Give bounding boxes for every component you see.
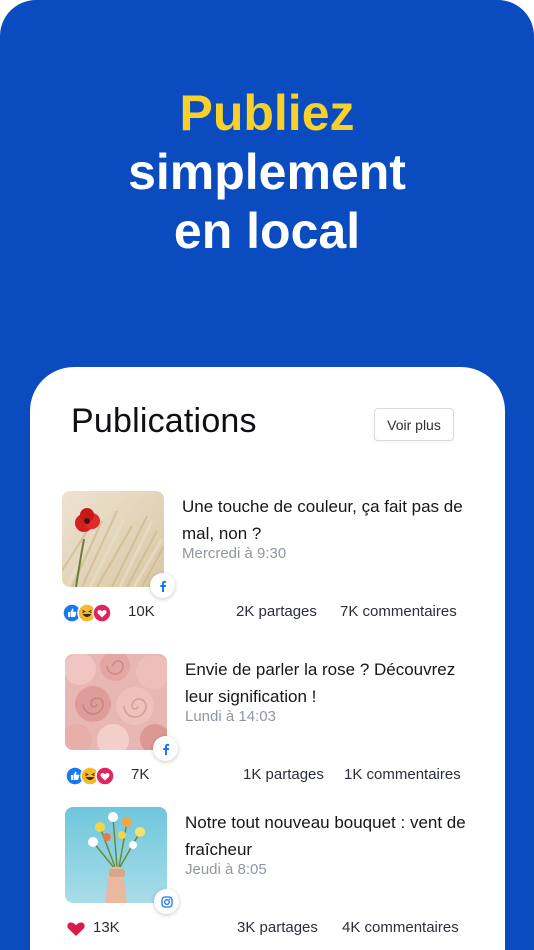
post-date: Mercredi à 9:30 <box>182 545 287 562</box>
post-thumbnail <box>65 654 167 750</box>
post-title: Envie de parler la rose ? Découvrez leur… <box>185 660 456 706</box>
post-stats: 10K 2K partages 7K commentaires <box>62 601 482 625</box>
post-date: Jeudi à 8:05 <box>185 861 267 878</box>
facebook-icon <box>153 736 178 761</box>
post-date: Lundi à 14:03 <box>185 708 276 725</box>
reaction-count: 7K <box>131 766 150 783</box>
shares-count[interactable]: 2K partages <box>236 603 317 620</box>
reactions <box>62 603 122 623</box>
headline-line-2: en local <box>173 203 361 259</box>
headline-line-1: simplement <box>128 144 406 200</box>
shares-count[interactable]: 3K partages <box>237 919 318 936</box>
reactions <box>65 766 125 786</box>
post-item[interactable]: Envie de parler la rose ? Découvrez leur… <box>65 654 485 804</box>
post-title: Notre tout nouveau bouquet : vent de fra… <box>185 813 466 859</box>
reaction-count: 10K <box>128 603 155 620</box>
post-title: Une touche de couleur, ça fait pas de ma… <box>182 497 463 543</box>
love-icon <box>92 603 112 623</box>
reaction-count: 13K <box>93 919 120 936</box>
reactions <box>65 919 87 939</box>
headline-accent: Publiez <box>179 85 355 141</box>
facebook-icon <box>150 573 175 598</box>
publications-card: Publications Voir plus Une touche de cou… <box>30 367 505 950</box>
post-thumbnail <box>65 807 167 903</box>
post-thumbnail <box>62 491 164 587</box>
app-store-screen: Publiez simplement en local Publications… <box>0 0 534 950</box>
post-item[interactable]: Notre tout nouveau bouquet : vent de fra… <box>65 807 485 950</box>
instagram-icon <box>154 889 179 914</box>
shares-count[interactable]: 1K partages <box>243 766 324 783</box>
post-stats: 13K 3K partages 4K commentaires <box>65 917 485 941</box>
headline: Publiez simplement en local <box>0 84 534 261</box>
love-icon <box>95 766 115 786</box>
see-more-button[interactable]: Voir plus <box>374 408 454 441</box>
post-item[interactable]: Une touche de couleur, ça fait pas de ma… <box>62 491 482 641</box>
post-stats: 7K 1K partages 1K commentaires <box>65 764 485 788</box>
card-title: Publications <box>71 402 257 440</box>
comments-count[interactable]: 1K commentaires <box>344 766 461 783</box>
comments-count[interactable]: 4K commentaires <box>342 919 459 936</box>
heart-icon <box>67 922 85 936</box>
comments-count[interactable]: 7K commentaires <box>340 603 457 620</box>
